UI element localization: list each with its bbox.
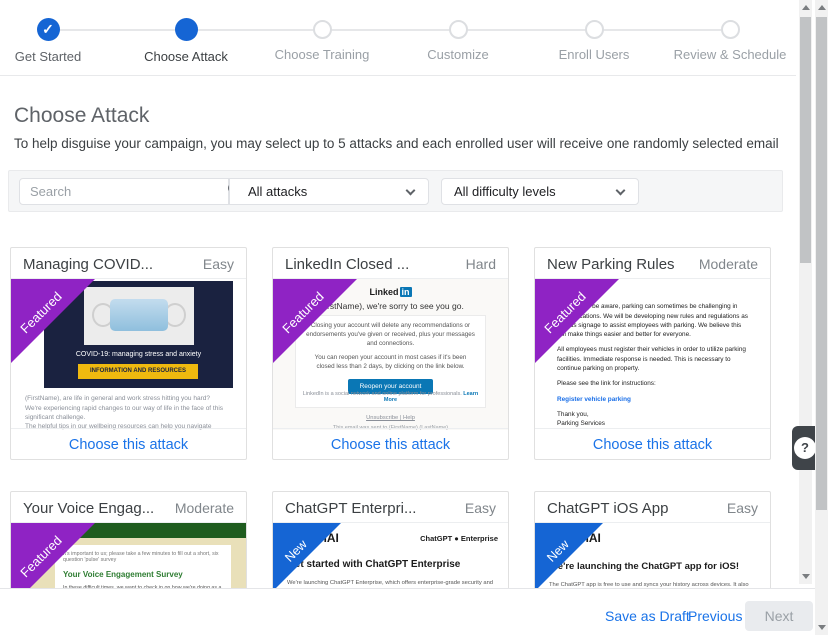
step-label: Get Started — [0, 49, 116, 64]
email-footer-note: LinkedIn is a social network and online … — [296, 391, 485, 403]
page-title: Choose Attack — [14, 104, 149, 128]
step-label: Choose Training — [254, 47, 390, 62]
email-cta-button: INFORMATION AND RESOURCES — [78, 364, 198, 379]
chatgpt-enterprise-brand: ChatGPT ● Enterprise — [420, 534, 498, 543]
email-preview: Featured Linkedin (FirstName), we're sor… — [273, 279, 508, 430]
campaign-wizard-window: ✓ Get Started Choose Attack Choose Train… — [0, 0, 828, 635]
page-subtitle: To help disguise your campaign, you may … — [14, 136, 779, 151]
search-input[interactable] — [19, 178, 229, 205]
step-completed-icon: ✓ — [37, 18, 60, 41]
filter-bar: All attacks All difficulty levels — [8, 170, 783, 212]
step-label: Choose Attack — [118, 49, 254, 64]
step-customize[interactable]: Customize — [390, 18, 526, 62]
scroll-down-icon[interactable] — [802, 574, 810, 579]
difficulty-badge: Easy — [465, 500, 496, 516]
card-title: Your Voice Engag... — [23, 500, 154, 517]
email-paragraph: Please see the link for instructions: — [557, 379, 748, 388]
footer-note-text: LinkedIn is a social network and online … — [303, 391, 462, 397]
card-header: Managing COVID... Easy — [11, 248, 246, 279]
card-footer: Choose this attack — [11, 428, 246, 459]
card-title: LinkedIn Closed ... — [285, 256, 409, 273]
choose-attack-link[interactable]: Choose this attack — [593, 437, 712, 453]
wizard-footer: Save as Draft Previous Next — [0, 588, 815, 635]
previous-link[interactable]: Previous — [688, 608, 742, 624]
email-body-line: We're experiencing rapid changes to our … — [25, 405, 230, 423]
step-upcoming-icon — [585, 20, 604, 39]
step-label: Review & Schedule — [662, 47, 798, 62]
step-choose-attack[interactable]: Choose Attack — [118, 18, 254, 64]
card-header: New Parking Rules Moderate — [535, 248, 770, 279]
card-header: ChatGPT Enterpri... Easy — [273, 492, 508, 523]
attack-card-managing-covid[interactable]: Managing COVID... Easy Featured COVID-19… — [10, 247, 247, 460]
email-signoff: Thank you, — [557, 410, 748, 419]
window-scrollbar-thumb[interactable] — [816, 17, 827, 510]
email-unsubscribe-links: Unsubscribe | Help — [273, 415, 508, 421]
email-signature: Parking Services — [557, 419, 748, 428]
email-body-line: (FirstName), are life in general and wor… — [25, 395, 230, 402]
linkedin-in-icon: in — [400, 287, 412, 297]
register-vehicle-link: Register vehicle parking — [557, 395, 748, 404]
window-scrollbar[interactable] — [815, 0, 828, 635]
card-title: ChatGPT iOS App — [547, 500, 668, 517]
face-mask-image — [84, 287, 194, 345]
step-review-schedule[interactable]: Review & Schedule — [662, 18, 798, 62]
email-preview: Featured (FirstName), As you may be awar… — [535, 279, 770, 430]
card-title: ChatGPT Enterpri... — [285, 500, 416, 517]
save-as-draft-link[interactable]: Save as Draft — [605, 608, 690, 624]
card-title: New Parking Rules — [547, 256, 675, 273]
step-upcoming-icon — [449, 20, 468, 39]
difficulty-badge: Moderate — [175, 500, 234, 516]
step-label: Enroll Users — [526, 47, 662, 62]
chevron-down-icon — [616, 186, 626, 196]
mask-shape — [110, 299, 168, 331]
scroll-down-icon[interactable] — [818, 625, 826, 630]
difficulty-badge: Easy — [727, 500, 758, 516]
attack-type-value: All attacks — [248, 184, 307, 199]
content-scrollbar-thumb[interactable] — [800, 17, 811, 263]
choose-attack-link[interactable]: Choose this attack — [69, 437, 188, 453]
next-button[interactable]: Next — [745, 601, 813, 631]
difficulty-value: All difficulty levels — [454, 184, 556, 199]
step-enroll-users[interactable]: Enroll Users — [526, 18, 662, 62]
card-footer: Choose this attack — [535, 428, 770, 459]
chevron-down-icon — [406, 186, 416, 196]
question-mark-icon: ? — [794, 437, 816, 459]
step-active-icon — [175, 18, 198, 41]
step-choose-training[interactable]: Choose Training — [254, 18, 390, 62]
check-icon: ✓ — [37, 19, 60, 40]
card-header: Your Voice Engag... Moderate — [11, 492, 246, 523]
scroll-up-icon[interactable] — [802, 5, 810, 10]
attack-card-new-parking-rules[interactable]: New Parking Rules Moderate Featured (Fir… — [534, 247, 771, 460]
scroll-up-icon[interactable] — [818, 5, 826, 10]
step-get-started[interactable]: ✓ Get Started — [0, 18, 116, 64]
step-upcoming-icon — [313, 20, 332, 39]
choose-attack-link[interactable]: Choose this attack — [331, 437, 450, 453]
step-label: Customize — [390, 47, 526, 62]
card-header: ChatGPT iOS App Easy — [535, 492, 770, 523]
linkedin-logo-text: Linked — [369, 287, 398, 297]
difficulty-badge: Hard — [466, 256, 496, 272]
card-title: Managing COVID... — [23, 256, 153, 273]
wizard-stepper: ✓ Get Started Choose Attack Choose Train… — [0, 0, 796, 76]
attack-card-linkedin-closed[interactable]: LinkedIn Closed ... Hard Featured Linked… — [272, 247, 509, 460]
content-scrollbar[interactable] — [799, 0, 812, 584]
difficulty-select[interactable]: All difficulty levels — [441, 178, 639, 205]
card-footer: Choose this attack — [273, 428, 508, 459]
email-preview: Featured COVID-19: managing stress and a… — [11, 279, 246, 430]
difficulty-badge: Easy — [203, 256, 234, 272]
difficulty-badge: Moderate — [699, 256, 758, 272]
attack-type-select[interactable]: All attacks — [229, 178, 429, 205]
help-button[interactable]: ? — [792, 426, 815, 470]
step-upcoming-icon — [721, 20, 740, 39]
card-header: LinkedIn Closed ... Hard — [273, 248, 508, 279]
